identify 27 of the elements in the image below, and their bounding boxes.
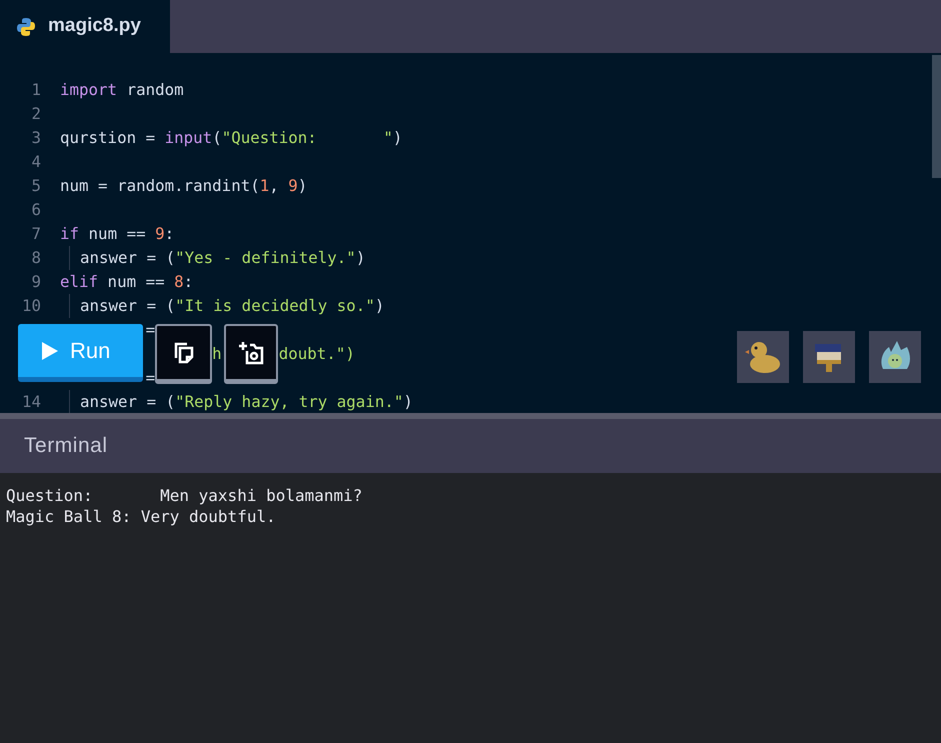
code-line: answer = ("Yes - definitely.") xyxy=(80,247,366,270)
code-line: answer = ("It is decidedly so.") xyxy=(80,295,384,318)
code-line: elif num == 8: xyxy=(60,271,194,294)
code-line: qurstion = input("Question: ") xyxy=(60,127,402,150)
line-number: 5 xyxy=(30,175,41,198)
code-line: import random xyxy=(60,79,184,102)
code-fragment: h xyxy=(212,343,222,366)
line-number: 10 xyxy=(20,295,41,318)
line-number: 2 xyxy=(30,103,41,126)
terminal-title: Terminal xyxy=(24,433,108,460)
editor-tab[interactable]: magic8.py xyxy=(0,0,170,53)
line-number: 4 xyxy=(30,151,41,174)
terminal-line: Question: Men yaxshi bolamanmi? xyxy=(6,485,364,506)
code-fragment: = xyxy=(146,367,156,390)
line-number: 8 xyxy=(30,247,41,270)
code-fragment: doubt.") xyxy=(278,343,355,366)
code-line: answer = ("Reply hazy, try again.") xyxy=(80,391,413,413)
line-number: 6 xyxy=(30,199,41,222)
line-number: 3 xyxy=(30,127,41,150)
line-number: 1 xyxy=(30,79,41,102)
line-number: 9 xyxy=(30,271,41,294)
code-line: num = random.randint(1, 9) xyxy=(60,175,308,198)
line-number: 14 xyxy=(20,391,41,413)
line-number: 7 xyxy=(30,223,41,246)
code-fragment: = xyxy=(146,319,156,342)
code-line: if num == 9: xyxy=(60,223,174,246)
terminal-line: Magic Ball 8: Very doubtful. xyxy=(6,506,277,527)
